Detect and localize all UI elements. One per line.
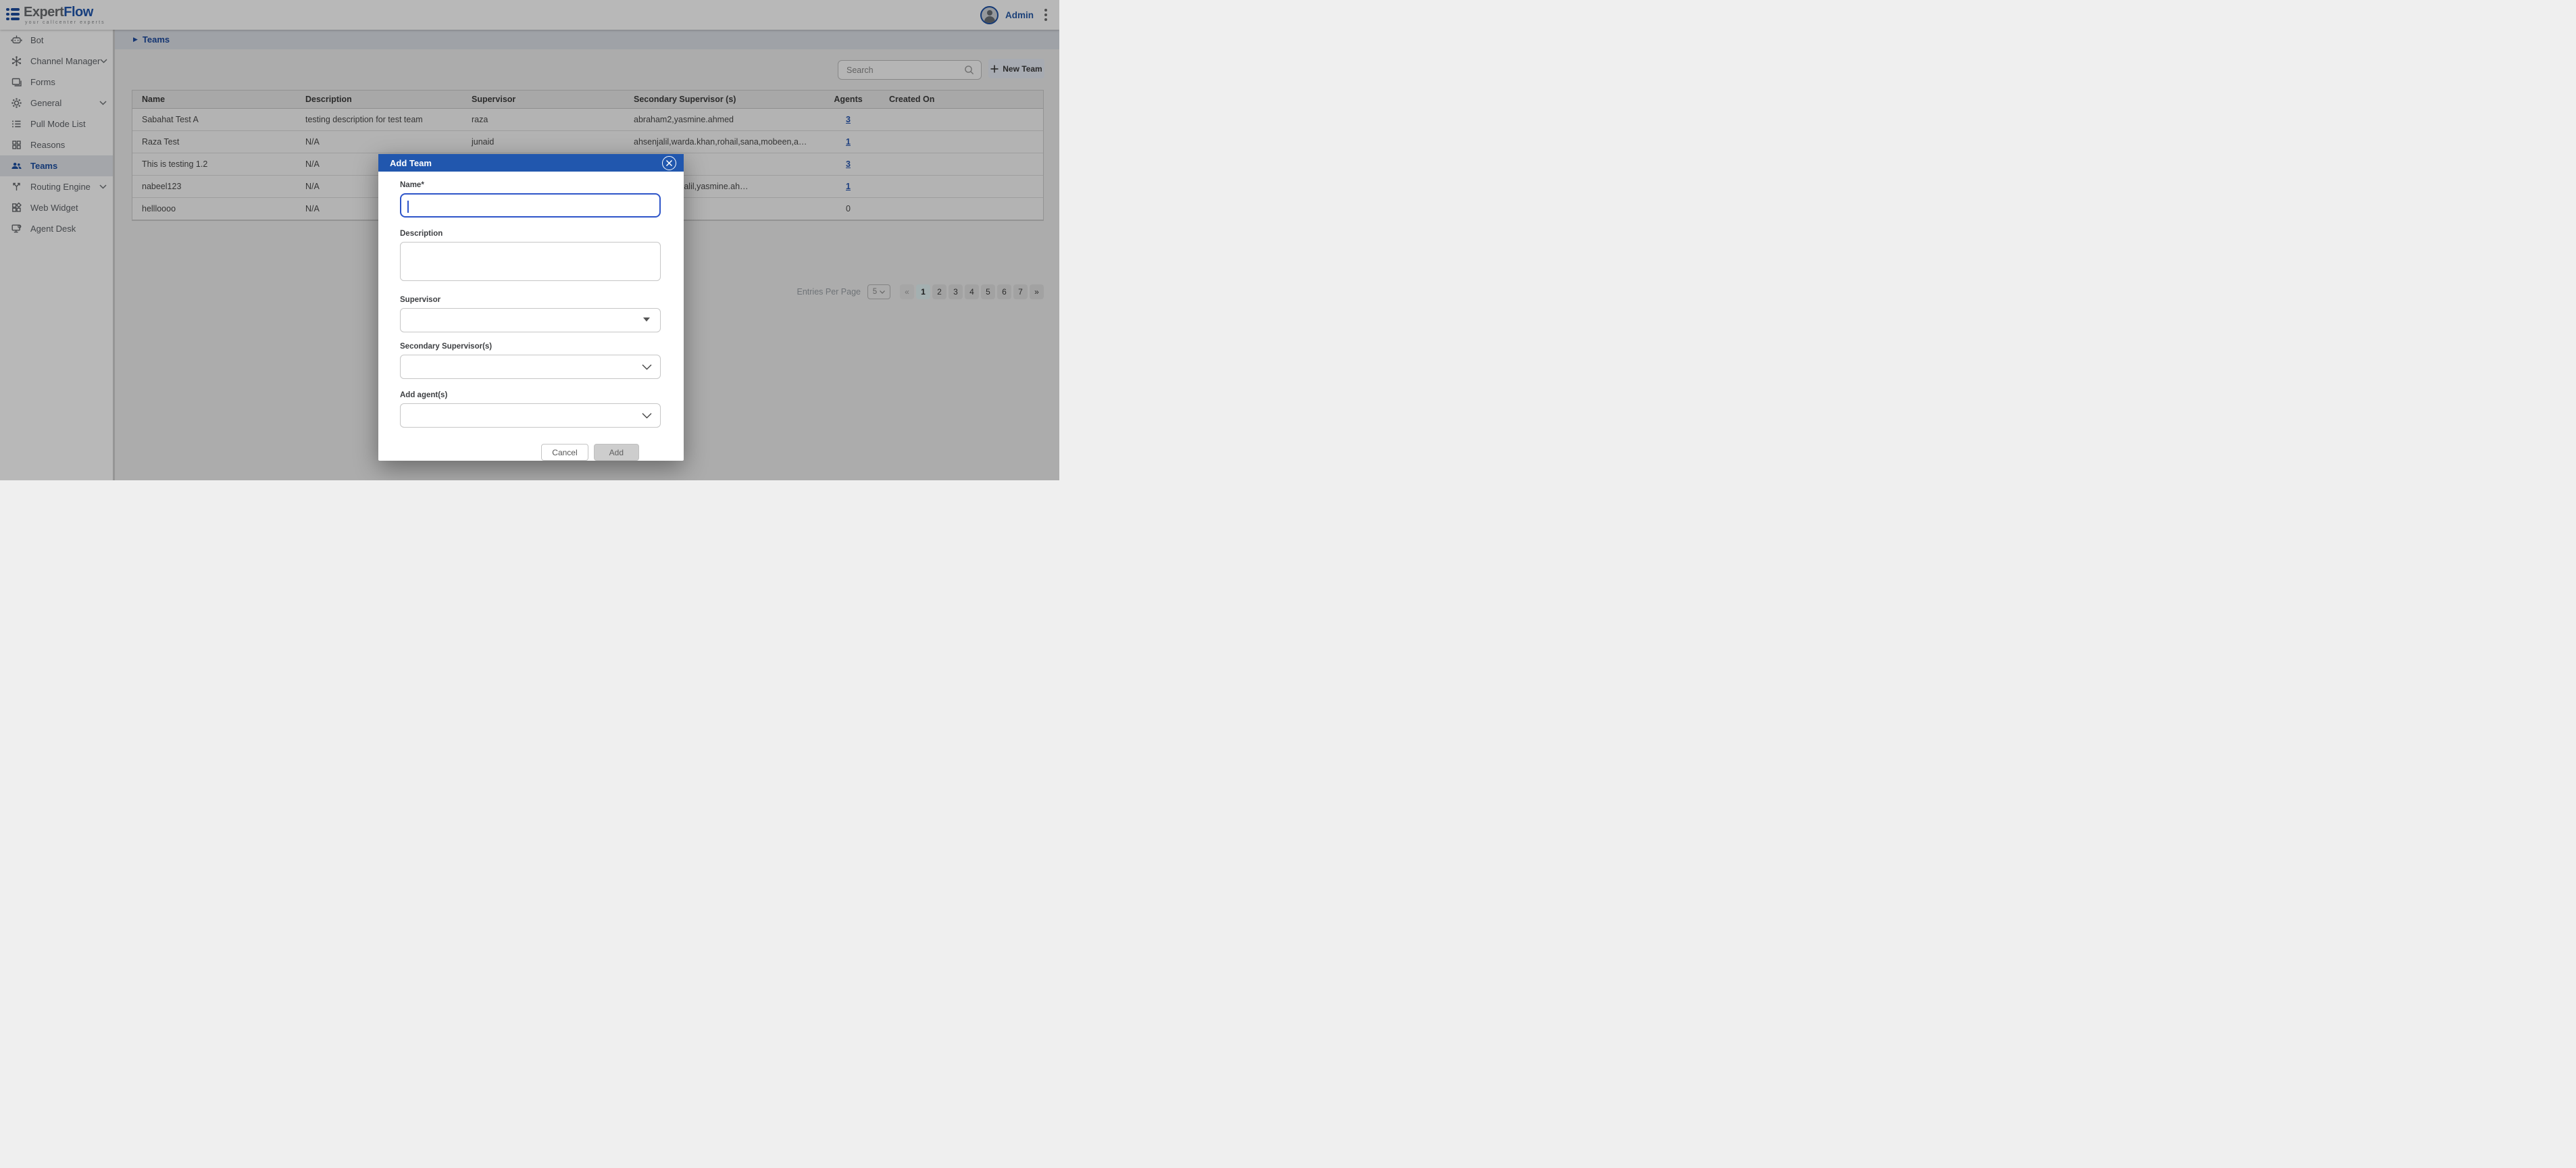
chevron-down-icon: [642, 413, 652, 419]
secondary-supervisor-field-label: Secondary Supervisor(s): [400, 342, 662, 351]
add-agents-field-label: Add agent(s): [400, 391, 662, 399]
team-description-textarea[interactable]: [400, 242, 661, 281]
team-name-input[interactable]: [400, 193, 661, 218]
supervisor-field-label: Supervisor: [400, 296, 662, 304]
name-field-label: Name*: [400, 181, 662, 189]
add-team-modal: Add Team Name* Description Supervisor Se…: [378, 154, 684, 461]
description-field-label: Description: [400, 230, 662, 238]
modal-title: Add Team: [390, 158, 432, 168]
dropdown-arrow-icon: [643, 318, 650, 322]
supervisor-select[interactable]: [400, 308, 661, 332]
close-icon[interactable]: [662, 156, 676, 170]
add-agents-select[interactable]: [400, 403, 661, 428]
secondary-supervisor-select[interactable]: [400, 355, 661, 379]
modal-actions: Cancel Add: [400, 428, 662, 461]
chevron-down-icon: [642, 364, 652, 370]
modal-body: Name* Description Supervisor Secondary S…: [378, 172, 684, 461]
cancel-button[interactable]: Cancel: [541, 444, 588, 461]
text-caret: [407, 201, 409, 213]
modal-header: Add Team: [378, 154, 684, 172]
add-button[interactable]: Add: [594, 444, 639, 461]
app-root: ExpertFlow your callcenter experts Admin: [0, 0, 1059, 480]
